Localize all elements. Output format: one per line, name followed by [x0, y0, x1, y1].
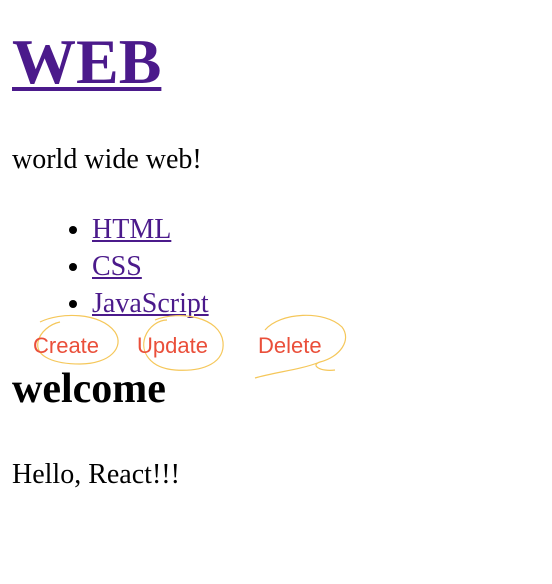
nav-link-html[interactable]: HTML	[92, 214, 171, 245]
site-title-link[interactable]: WEB	[12, 26, 161, 97]
tagline: world wide web!	[12, 144, 202, 175]
article-body: Hello, React!!!	[12, 459, 180, 490]
nav-list-item: JavaScript	[92, 285, 209, 322]
site-title: WEB	[12, 24, 161, 100]
create-button[interactable]: Create	[33, 332, 99, 360]
topic-nav-list: HTML CSS JavaScript	[12, 211, 209, 322]
article-heading: welcome	[12, 366, 166, 412]
update-button[interactable]: Update	[137, 332, 208, 360]
nav-link-css[interactable]: CSS	[92, 251, 142, 282]
delete-button[interactable]: Delete	[258, 332, 322, 360]
nav-link-javascript[interactable]: JavaScript	[92, 288, 209, 319]
nav-list-item: HTML	[92, 211, 209, 248]
nav-list-item: CSS	[92, 248, 209, 285]
